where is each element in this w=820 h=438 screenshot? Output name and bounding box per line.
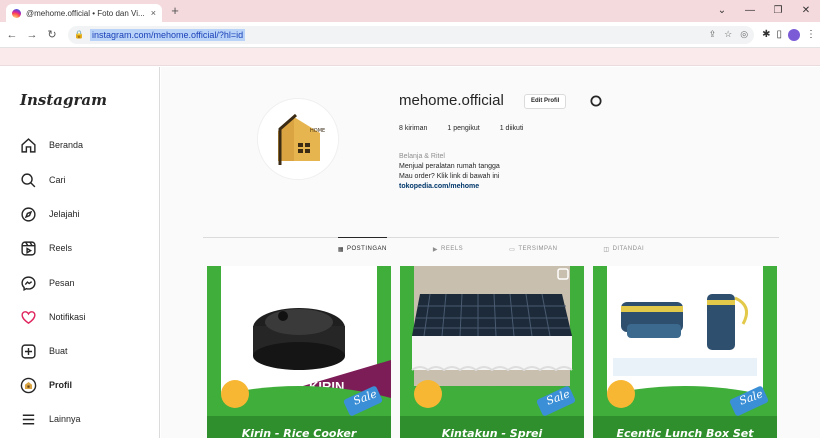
gear-icon[interactable] [589,94,603,108]
tab-postingan[interactable]: ▦ POSTINGAN [337,237,387,259]
sidebar-item-label: Notifikasi [49,312,86,322]
sidebar-item-label: Reels [49,243,73,253]
tab-ditandai[interactable]: ◫ DITANDAI [603,238,644,259]
sidebar-item-label: Jelajahi [49,209,80,219]
sidebar-item-label: Buat [49,346,68,356]
tab-reels[interactable]: ▶ REELS [433,238,463,259]
reels-icon: ▶ [432,247,438,253]
chevron-down-icon[interactable]: ⌄ [708,0,736,22]
sidebar-item-label: Pesan [49,278,75,288]
post-image: KIRIN [207,266,391,438]
browser-tabstrip: @mehome.official • Foto dan Vi... × + ⌄ … [0,0,820,22]
sidebar-item-label: Cari [49,175,66,185]
profile-avatar-icon [20,377,37,393]
post-title: Kintakun - Sprei [441,427,543,438]
sidebar-item-reels[interactable]: Reels [20,238,72,258]
tab-label: DITANDAI [612,246,645,252]
sidebar-item-label: Profil [49,380,73,390]
extension-icon[interactable]: ◎ [740,29,748,40]
url-text[interactable]: instagram.com/mehome.official/?hl=id [89,28,246,41]
browser-tab[interactable]: @mehome.official • Foto dan Vi... × [6,4,162,22]
post-title: Ecentic Lunch Box Set [616,427,754,438]
mehome-logo-icon: HOME [258,99,338,179]
sidebar-item-label: Lainnya [49,414,81,424]
post-image [593,266,777,438]
profile-stats: 8 kiriman 1 pengikut 1 diikuti [399,125,523,132]
back-icon[interactable]: ← [4,27,20,43]
following-count[interactable]: 1 diikuti [500,125,524,132]
instagram-logo[interactable]: Instagram [20,91,107,109]
browser-profile-icon[interactable] [788,28,800,41]
sidebar-item-jelajahi[interactable]: Jelajahi [20,204,80,224]
sidebar-item-notifikasi[interactable]: Notifikasi [20,307,86,327]
post-sprei[interactable]: Sale Kintakun - Sprei [400,266,584,438]
compass-icon [21,206,36,222]
profile-tabs: ▦ POSTINGAN ▶ REELS ▭ TERSIMPAN ◫ DITAND… [203,237,779,259]
tab-label: POSTINGAN [347,246,387,252]
create-icon [21,343,36,359]
bookmark-bar [0,48,820,66]
sidebar-item-pesan[interactable]: Pesan [20,273,75,293]
menu-icon [22,414,35,424]
posts-count: 8 kiriman [399,125,428,132]
profile-username: mehome.official [399,92,504,109]
address-bar[interactable]: 🔒 instagram.com/mehome.official/?hl=id ⇪… [68,25,755,44]
profile-link[interactable]: tokopedia.com/mehome [399,182,500,192]
lock-icon[interactable]: 🔒 [74,30,84,39]
instagram-sidebar: Instagram Beranda Cari Jelajahi Reels Pe… [0,67,160,438]
instagram-favicon-icon [12,8,21,18]
followers-count[interactable]: 1 pengikut [447,125,479,132]
sidebar-item-buat[interactable]: Buat [20,341,68,361]
grid-icon: ▦ [337,247,345,253]
profile-avatar[interactable]: HOME [257,98,339,180]
tab-label: TERSIMPAN [518,246,558,252]
tag-icon: ◫ [603,247,610,253]
minimize-icon[interactable]: — [736,0,764,22]
close-tab-icon[interactable]: × [151,8,156,18]
puzzle-icon[interactable]: ✱ [762,29,770,40]
bio-line: Mau order? Klik link di bawah ini [399,173,500,180]
heart-icon [21,310,36,324]
close-window-icon[interactable]: ✕ [792,0,820,22]
post-rice-cooker[interactable]: KIRIN Sale Kirin - Rice Cooker [207,266,391,438]
window-controls: ⌄ — ❐ ✕ [708,0,820,22]
sidebar-item-lainnya[interactable]: Lainnya [20,409,81,429]
profile-main: HOME mehome.official Edit Profil 8 kirim… [161,67,820,438]
kebab-menu-icon[interactable]: ⋮ [806,29,816,40]
sidebar-item-label: Beranda [49,140,84,150]
post-title: Kirin - Rice Cooker [241,427,357,438]
post-image [400,266,584,438]
sidebar-item-beranda[interactable]: Beranda [20,135,83,155]
post-lunch-box[interactable]: Sale Ecentic Lunch Box Set [593,266,777,438]
profile-category: Belanja & Ritel [399,153,445,160]
tab-label: REELS [440,246,464,252]
reload-icon[interactable]: ↻ [44,27,60,43]
edit-profile-button[interactable]: Edit Profil [524,94,567,109]
sidebar-item-cari[interactable]: Cari [20,170,66,190]
sidepanel-icon[interactable]: ▯ [776,29,782,40]
new-tab-button[interactable]: + [168,4,182,18]
maximize-icon[interactable]: ❐ [764,0,792,22]
avatar-home-text: HOME [310,128,325,134]
reels-icon [21,240,36,256]
bookmark-icon: ▭ [509,247,516,253]
star-icon[interactable]: ☆ [724,29,732,40]
tab-title: @mehome.official • Foto dan Vi... [26,8,145,18]
browser-toolbar: ← → ↻ 🔒 instagram.com/mehome.official/?h… [0,22,820,48]
home-icon [21,137,36,153]
bio-line: Menjual peralatan rumah tangga [399,163,500,170]
profile-bio: Belanja & Ritel Menjual peralatan rumah … [399,152,500,192]
search-icon [21,172,36,187]
sidebar-item-profil[interactable]: Profil [20,375,72,395]
share-icon[interactable]: ⇪ [709,29,717,40]
tab-tersimpan[interactable]: ▭ TERSIMPAN [509,238,557,259]
messenger-icon [21,275,36,291]
forward-icon[interactable]: → [24,27,40,43]
